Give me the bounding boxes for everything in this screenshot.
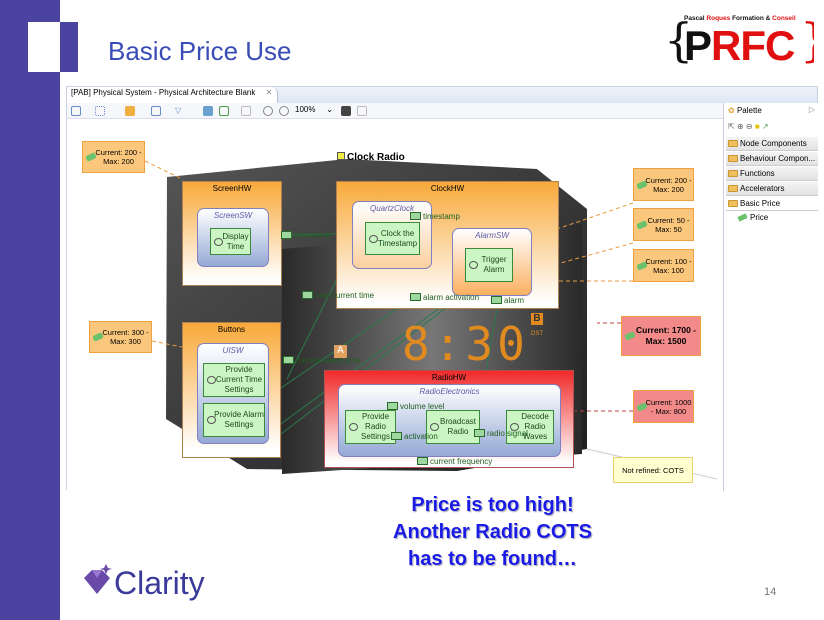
capella-editor-window: [PAB] Physical System - Physical Archite… <box>66 86 819 491</box>
function-decode-radio[interactable]: Decode Radio Waves <box>506 410 554 444</box>
arrange-icon[interactable] <box>95 106 105 116</box>
function-icon <box>207 416 216 424</box>
palette-tool-price[interactable]: Price <box>737 213 768 222</box>
function-clock-timestamp[interactable]: Clock the Timestamp <box>365 222 420 255</box>
folder-icon <box>728 170 738 177</box>
function-icon <box>369 234 378 243</box>
exchange-radio-signal[interactable]: radio signal <box>474 429 528 438</box>
function-icon <box>349 423 358 431</box>
node-buttons[interactable]: Buttons UISW Provide Current Time Settin… <box>182 322 281 458</box>
zoom-in-tool-icon[interactable]: ⊕ <box>737 122 744 131</box>
palette-drawer-node-components[interactable]: Node Components <box>726 137 818 151</box>
grid-icon[interactable] <box>357 106 367 116</box>
slide-accent-square-inner <box>60 22 78 72</box>
diagram-toolbar: ▽ 100% ⌄ <box>67 103 723 119</box>
exchange-new-current-time[interactable]: new current time <box>302 291 374 300</box>
price-alarmsw[interactable]: Current: 100 - Max: 100 <box>633 249 694 282</box>
function-icon <box>214 237 223 246</box>
export-icon[interactable] <box>219 106 229 116</box>
link-tool-icon[interactable]: ↗ <box>762 122 769 131</box>
function-icon <box>430 423 439 431</box>
folder-icon <box>728 185 738 192</box>
palette-header: ✿ Palette <box>728 106 762 115</box>
exchange-volume-level[interactable]: volume level <box>387 402 444 411</box>
price-screenhw[interactable]: Current: 200 - Max: 200 <box>82 141 145 173</box>
function-provide-radio[interactable]: Provide Radio Settings <box>345 410 396 444</box>
palette-drawer-functions[interactable]: Functions <box>726 167 818 181</box>
zoom-out-tool-icon[interactable]: ⊖ <box>746 122 753 131</box>
editor-tab-bar: [PAB] Physical System - Physical Archite… <box>67 87 817 103</box>
folder-icon <box>728 155 738 162</box>
paste-icon[interactable] <box>241 106 251 116</box>
exchange-alarm[interactable]: alarm <box>491 296 524 305</box>
select-icon[interactable] <box>151 106 161 116</box>
display-time: 8:30 <box>402 317 529 371</box>
camera-icon[interactable] <box>341 106 351 116</box>
exchange-current-frequency[interactable]: current frequency <box>417 457 492 466</box>
close-icon[interactable]: ✕ <box>266 88 273 97</box>
function-trigger-alarm[interactable]: Trigger Alarm <box>465 248 513 282</box>
palette-drawer-basic-price[interactable]: Basic Price <box>726 197 818 211</box>
function-display-time[interactable]: Display Time <box>210 228 251 255</box>
zoom-select[interactable]: 100% ⌄ <box>295 105 333 117</box>
prfc-logo: { } Pascal Roques Formation & Conseil PR… <box>664 13 814 66</box>
function-provide-current-time[interactable]: Provide Current Time Settings <box>203 363 265 397</box>
tab-physical-architecture[interactable]: [PAB] Physical System - Physical Archite… <box>67 87 279 103</box>
price-buttons[interactable]: Current: 300 - Max: 300 <box>89 321 152 353</box>
node-clockhw[interactable]: ClockHW QuartzClock Clock the Timestamp … <box>336 181 559 309</box>
exchange-timestamp[interactable]: timestamp <box>410 212 460 221</box>
function-icon <box>469 261 478 269</box>
page-number: 14 <box>764 586 777 598</box>
folder-icon <box>728 140 738 147</box>
select-tool-icon[interactable]: ⇱ <box>728 122 735 131</box>
folder-icon <box>728 200 738 207</box>
component-uisw[interactable]: UISW Provide Current Time Settings Provi… <box>197 343 269 444</box>
price-icon <box>737 213 748 222</box>
svg-text:PRFC: PRFC <box>684 22 795 66</box>
component-screensw[interactable]: ScreenSW Display Time <box>197 208 269 267</box>
price-clockhw[interactable]: Current: 200 - Max: 200 <box>633 168 694 201</box>
palette-drawer-accelerators[interactable]: Accelerators <box>726 182 818 196</box>
svg-text:Pascal Roques Formation & Cons: Pascal Roques Formation & Conseil <box>684 15 796 22</box>
palette-tools: ⇱ ⊕ ⊖ ■ ↗ <box>728 122 769 131</box>
slide-title: Basic Price Use <box>108 36 292 66</box>
filter-icon[interactable]: ▽ <box>175 106 185 116</box>
component-radioelectronics[interactable]: RadioElectronics Provide Radio Settings … <box>338 384 561 457</box>
price-clock-radio[interactable]: Current: 1700 - Max: 1500 <box>621 316 701 356</box>
zoom-out-icon[interactable] <box>279 106 289 116</box>
note-tool-icon[interactable]: ■ <box>755 122 760 131</box>
exchange-current-alarm-time[interactable]: current alarm time <box>283 356 360 365</box>
display-dst: DST <box>531 331 543 337</box>
exchange-timestamp[interactable]: timestamp <box>281 231 331 240</box>
function-icon <box>207 376 216 384</box>
clarity-logo: Clarity <box>84 564 205 601</box>
exchange-alarm-activation[interactable]: alarm activation <box>410 293 479 302</box>
diagram-title: Clock Radio <box>337 152 405 163</box>
exchange-activation[interactable]: activation <box>391 432 438 441</box>
layer-icon[interactable] <box>203 106 213 116</box>
chevron-down-icon: ⌄ <box>326 105 333 114</box>
collapse-palette-icon[interactable]: ▷ <box>809 105 815 114</box>
palette-drawer-behaviour-components[interactable]: Behaviour Compon... <box>726 152 818 166</box>
palette-panel: ✿ Palette ▷ ⇱ ⊕ ⊖ ■ ↗ Node Components Be… <box>723 103 819 491</box>
function-provide-alarm[interactable]: Provide Alarm Settings <box>203 403 265 437</box>
component-alarmsw[interactable]: AlarmSW Trigger Alarm <box>452 228 532 296</box>
svg-text:Clarity: Clarity <box>114 565 205 601</box>
node-icon <box>337 152 345 160</box>
slide-accent-bar <box>0 0 60 620</box>
refresh-icon[interactable] <box>125 106 135 116</box>
price-radiohw[interactable]: Current: 1000 - Max: 800 <box>633 390 694 423</box>
node-radiohw[interactable]: RadioHW RadioElectronics Provide Radio S… <box>324 370 574 468</box>
palette-icon: ✿ <box>728 106 735 115</box>
diagram-canvas[interactable]: Clock Radio 8:30 B DST A ScreenHW Screen… <box>67 119 723 491</box>
slide-message: Price is too high! Another Radio COTS ha… <box>393 494 592 570</box>
zoom-in-icon[interactable] <box>263 106 273 116</box>
node-screenhw[interactable]: ScreenHW ScreenSW Display Time <box>182 181 282 286</box>
tab-title: [PAB] Physical System - Physical Archite… <box>71 88 256 97</box>
note-not-refined[interactable]: Not refined: COTS <box>613 457 693 483</box>
layout-icon[interactable] <box>71 106 81 116</box>
price-quartzclock[interactable]: Current: 50 - Max: 50 <box>633 208 694 241</box>
display-b: B <box>531 313 543 325</box>
svg-text:}: } <box>800 13 814 66</box>
